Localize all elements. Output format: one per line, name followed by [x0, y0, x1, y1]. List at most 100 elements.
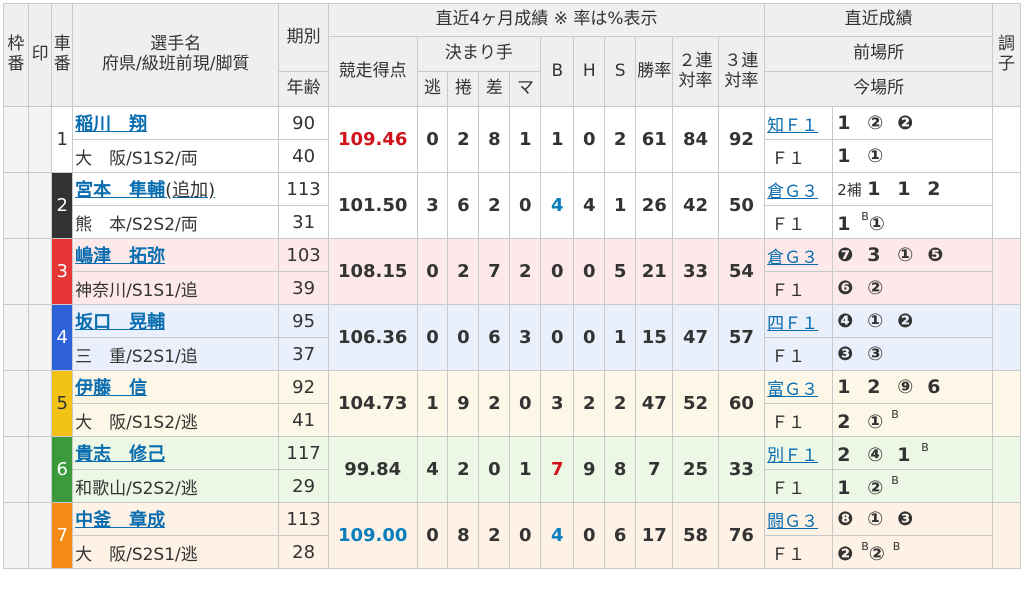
curr-results: ❻②: [832, 271, 994, 305]
waku-cell: [3, 370, 29, 437]
s-count: 6: [604, 502, 637, 569]
term: 90: [278, 106, 329, 140]
result-item: ❷: [897, 310, 914, 332]
b-count: 4: [540, 502, 575, 569]
result-item: 2: [837, 443, 851, 466]
shirushi-cell[interactable]: [27, 436, 53, 503]
header-b: B: [540, 36, 575, 107]
curr-results: 2①B: [832, 403, 994, 437]
rider-name-link[interactable]: 宮本 隼輔(追加): [72, 172, 280, 206]
chosi-cell: [992, 502, 1021, 569]
rider-name[interactable]: 宮本 隼輔: [75, 180, 165, 201]
rider-name-link[interactable]: 伊藤 信: [72, 370, 280, 404]
b-count: 0: [540, 304, 575, 371]
chosi-cell: [992, 172, 1021, 239]
ren3-rate: 50: [717, 172, 766, 239]
nige: 0: [416, 106, 449, 173]
result-item: ⑨: [897, 376, 914, 398]
term: 117: [278, 436, 329, 470]
age: 39: [278, 271, 329, 305]
nige: 4: [416, 436, 449, 503]
result-b-mark: B: [861, 539, 869, 553]
score: 99.84: [327, 436, 418, 503]
result-item: 2補: [837, 181, 862, 199]
header-nenrei: 年齢: [278, 71, 329, 107]
result-item: 1: [837, 145, 851, 167]
rider-name-link[interactable]: 嶋津 拓弥: [72, 238, 280, 272]
result-item: ❽: [837, 508, 854, 530]
shirushi-cell[interactable]: [27, 502, 53, 569]
header-curr: 今場所: [764, 71, 994, 107]
b-count: 4: [540, 172, 575, 239]
nige: 0: [416, 238, 449, 305]
prev-results: 1②❷: [832, 106, 994, 140]
s-count: 2: [604, 370, 637, 437]
rider-name[interactable]: 嶋津 拓弥: [75, 246, 165, 267]
result-item: 1: [867, 178, 881, 200]
prev-venue-link[interactable]: 倉Ｇ３: [764, 172, 834, 206]
waku-cell: [3, 436, 29, 503]
shirushi-cell[interactable]: [27, 370, 53, 437]
header-ren2: ２連対率: [672, 36, 719, 107]
rider-name-link[interactable]: 貴志 修己: [72, 436, 280, 470]
rider-name[interactable]: 伊藤 信: [75, 378, 147, 399]
win-rate: 21: [635, 238, 674, 305]
makuri: 2: [447, 106, 480, 173]
header-win: 勝率: [635, 36, 674, 107]
rider-name[interactable]: 貴志 修己: [75, 444, 165, 465]
shirushi-cell[interactable]: [27, 238, 53, 305]
rider-name-link[interactable]: 中釜 章成: [72, 502, 280, 536]
s-count: 8: [604, 436, 637, 503]
score: 109.46: [327, 106, 418, 173]
prev-venue-link[interactable]: 四Ｆ１: [764, 304, 834, 338]
prev-venue-link[interactable]: 富Ｇ３: [764, 370, 834, 404]
curr-venue: Ｆ１: [764, 469, 834, 503]
mark: 0: [509, 172, 542, 239]
makuri: 8: [447, 502, 480, 569]
term: 113: [278, 172, 329, 206]
curr-results: ❸③: [832, 337, 994, 371]
age: 28: [278, 535, 329, 569]
mark: 3: [509, 304, 542, 371]
result-item: 1: [897, 178, 911, 200]
result-item: ❼: [837, 244, 854, 266]
win-rate: 17: [635, 502, 674, 569]
shirushi-cell[interactable]: [27, 172, 53, 239]
shirushi-cell[interactable]: [27, 106, 53, 173]
result-item: ❸: [897, 508, 914, 530]
rider-row: 3 嶋津 拓弥 103 108.15 0 2 7 2 0 0 5 21 33 54 倉Ｇ３ ❼ 3 ① ❺: [3, 238, 1021, 305]
rider-name[interactable]: 中釜 章成: [75, 510, 165, 531]
curr-venue: Ｆ１: [764, 403, 834, 437]
prev-venue-link[interactable]: 倉Ｇ３: [764, 238, 834, 272]
rider-name-link[interactable]: 稲川 翔: [72, 106, 280, 140]
rider-pref: 大 阪/S1S2/逃: [72, 403, 280, 437]
result-item: ④: [867, 443, 884, 466]
rider-name[interactable]: 稲川 翔: [75, 114, 147, 135]
win-rate: 26: [635, 172, 674, 239]
prev-venue-link[interactable]: 別Ｆ１: [764, 436, 834, 470]
rider-name[interactable]: 坂口 晃輔: [75, 312, 165, 333]
result-item: ①: [897, 244, 914, 266]
result-item: ❷: [897, 112, 914, 134]
shirushi-cell[interactable]: [27, 304, 53, 371]
chosi-cell: [992, 436, 1021, 503]
rider-row: 6 貴志 修己 117 99.84 4 2 0 1 7 9 8 7 25 33 別Ｆ１ 2 ④ 1 B: [3, 436, 1021, 503]
result-b-mark: B: [892, 539, 901, 553]
waku-cell: [3, 304, 29, 371]
result-item: 2: [927, 178, 941, 200]
prev-results: 2補 1 1 2: [832, 172, 994, 206]
score: 101.50: [327, 172, 418, 239]
prev-venue-link[interactable]: 闘Ｇ３: [764, 502, 834, 536]
h-count: 4: [573, 172, 606, 239]
h-count: 0: [573, 304, 606, 371]
result-item: ❻: [837, 277, 854, 299]
win-rate: 61: [635, 106, 674, 173]
result-b-mark: B: [891, 473, 899, 487]
chosi-cell: [992, 370, 1021, 437]
curr-results: 1 B①: [832, 205, 994, 239]
rider-pref: 大 阪/S1S2/両: [72, 139, 280, 173]
makuri: 0: [447, 304, 480, 371]
rider-name-link[interactable]: 坂口 晃輔: [72, 304, 280, 338]
makuri: 9: [447, 370, 480, 437]
prev-venue-link[interactable]: 知Ｆ１: [764, 106, 834, 140]
